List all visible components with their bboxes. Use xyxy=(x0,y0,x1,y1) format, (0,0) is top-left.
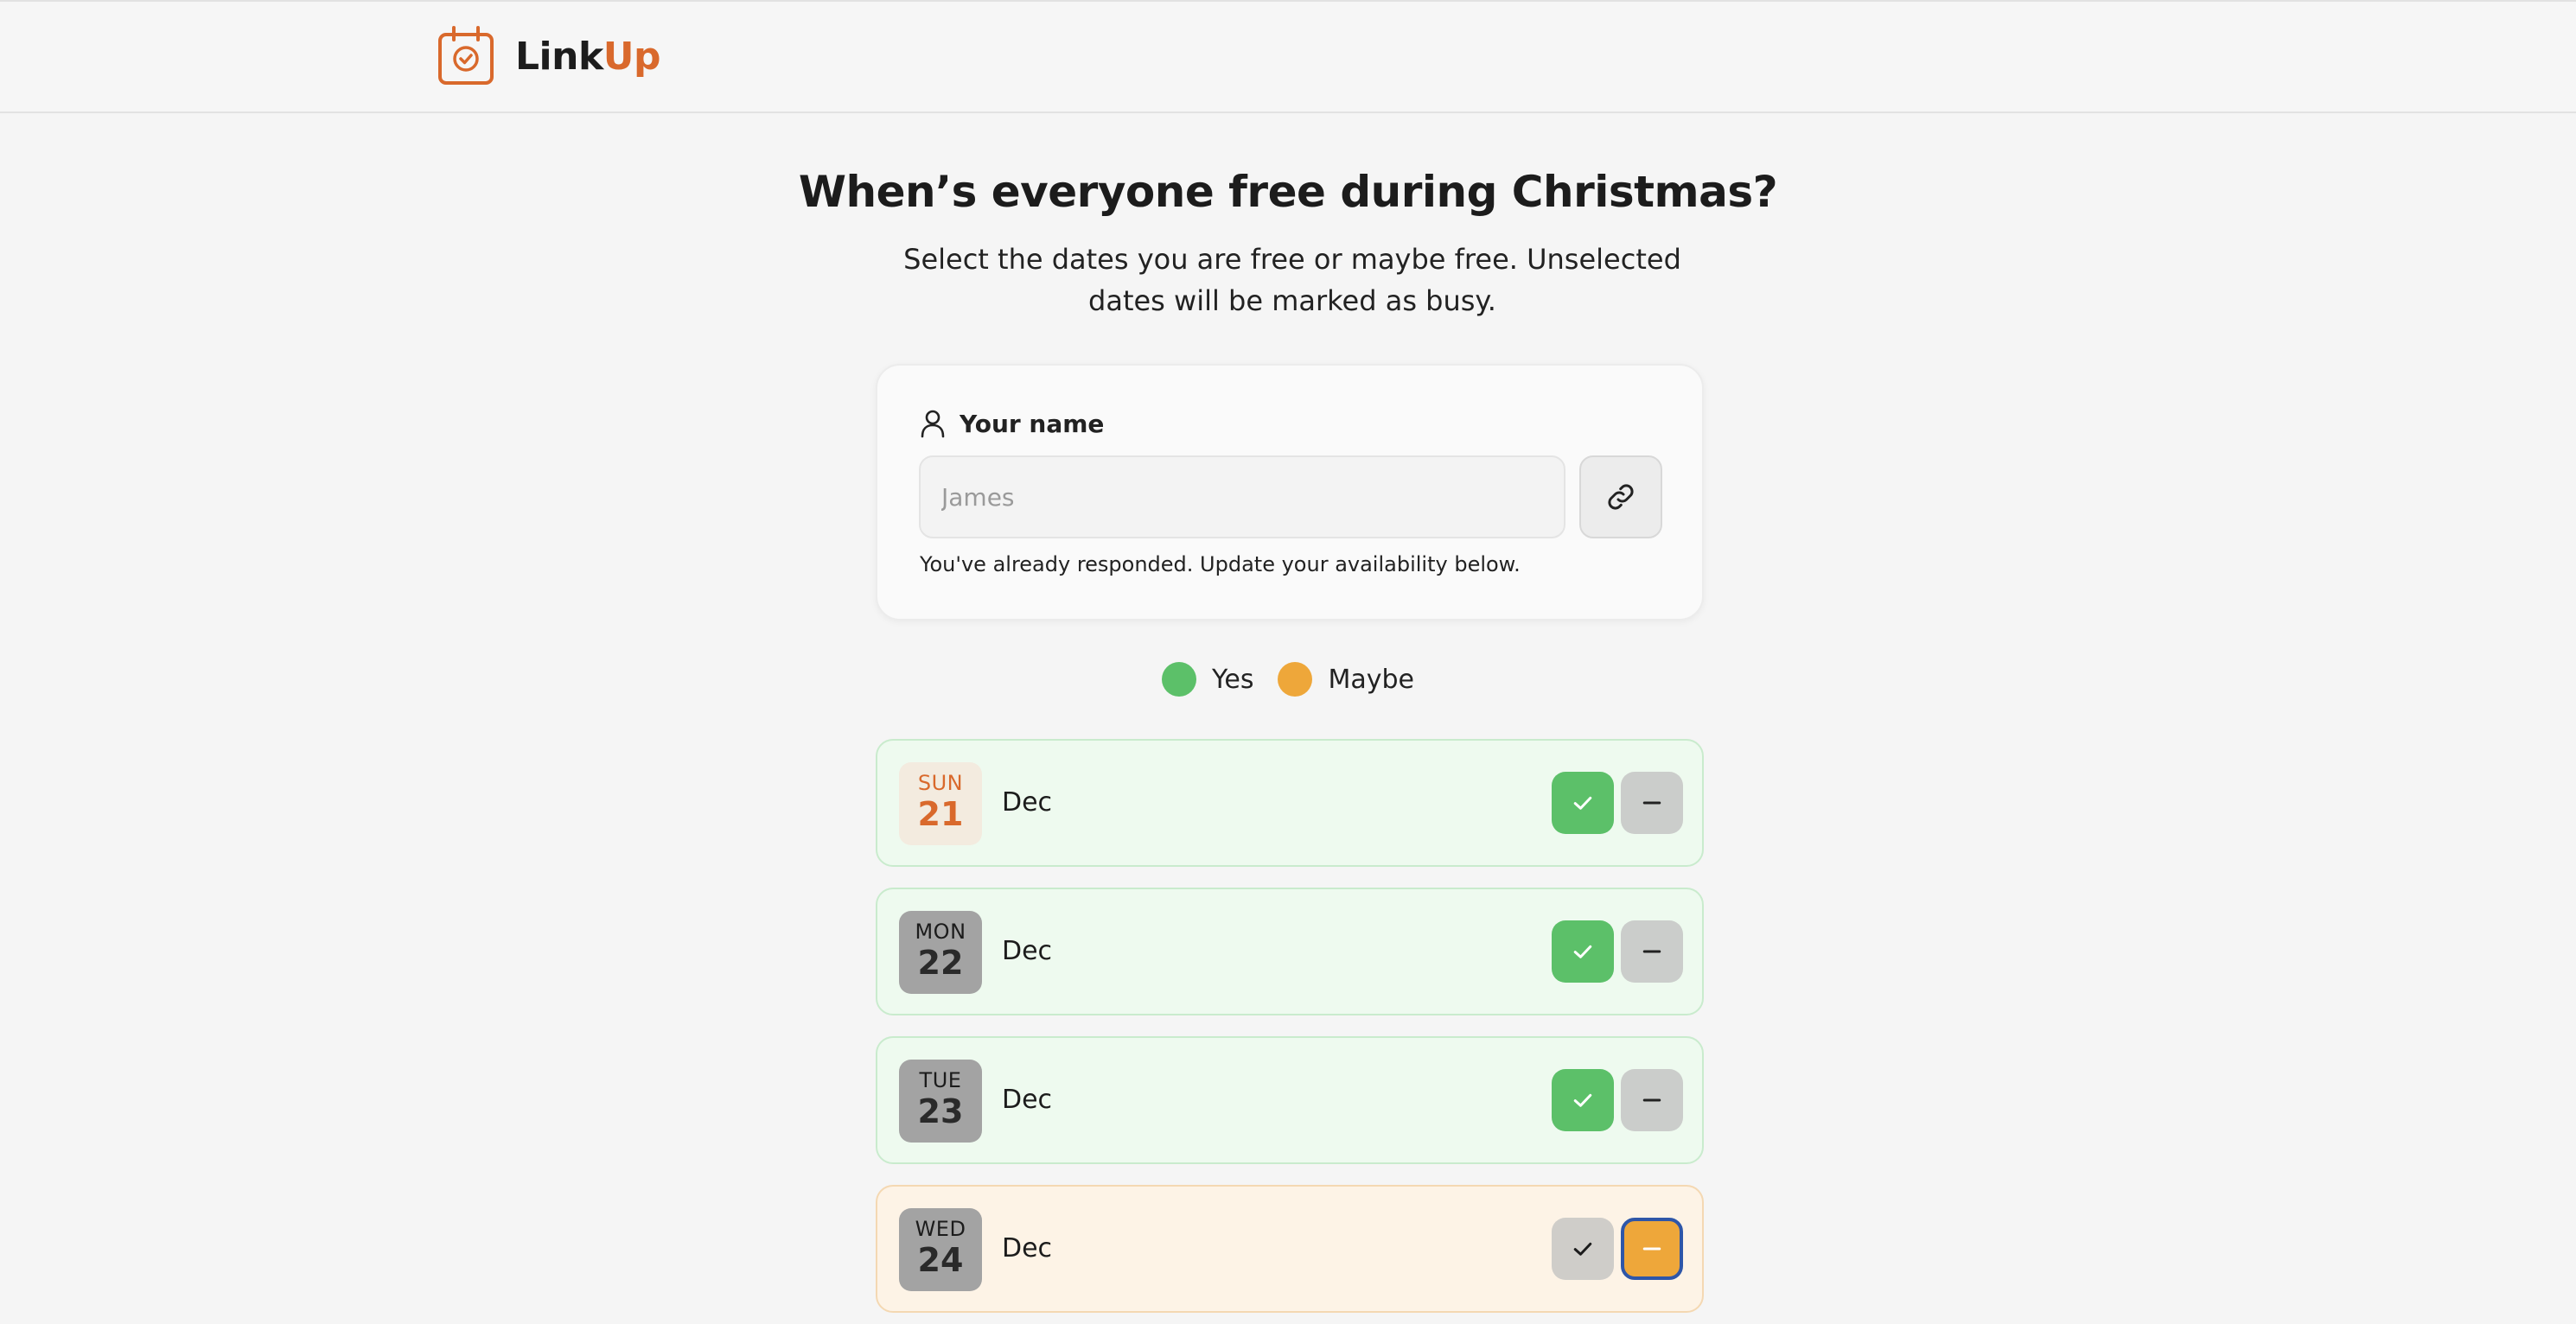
month-label: Dec xyxy=(1002,936,1053,966)
date-row: TUE 23 Dec xyxy=(876,1036,1704,1164)
date-badge: MON 22 xyxy=(899,911,982,994)
date-row: MON 22 Dec xyxy=(876,888,1704,1015)
check-icon xyxy=(1573,1093,1592,1107)
yes-dot xyxy=(1162,662,1197,697)
day-of-month: 23 xyxy=(917,1092,964,1130)
minus-icon xyxy=(1642,801,1661,805)
date-badge: WED 24 xyxy=(899,1208,982,1291)
day-of-week: TUE xyxy=(919,1068,962,1092)
day-of-week: SUN xyxy=(917,771,964,795)
yes-button[interactable] xyxy=(1552,772,1614,834)
app-header: LinkUp xyxy=(0,0,2576,113)
day-of-month: 24 xyxy=(917,1241,964,1279)
date-row: SUN 21 Dec xyxy=(876,739,1704,867)
day-of-week: MON xyxy=(915,920,966,944)
check-icon xyxy=(1573,1242,1592,1256)
yes-button[interactable] xyxy=(1552,1218,1614,1280)
link-icon xyxy=(1608,484,1634,510)
date-badge-today: SUN 21 xyxy=(899,762,982,845)
name-card: Your name You've already responded. Upda… xyxy=(876,364,1704,621)
name-label-row: Your name xyxy=(920,409,1104,438)
brand-logo[interactable]: LinkUp xyxy=(515,35,660,79)
page-title: When’s everyone free during Christmas? xyxy=(798,167,1778,217)
name-input[interactable] xyxy=(919,455,1565,538)
day-of-month: 21 xyxy=(917,795,964,833)
maybe-button[interactable] xyxy=(1621,920,1683,983)
day-of-week: WED xyxy=(915,1217,966,1241)
name-label: Your name xyxy=(960,409,1105,438)
yes-button[interactable] xyxy=(1552,920,1614,983)
legend-maybe-label: Maybe xyxy=(1328,664,1414,695)
maybe-button[interactable] xyxy=(1621,1069,1683,1131)
check-icon xyxy=(1573,796,1592,810)
page-subtitle: Select the dates you are free or maybe f… xyxy=(903,243,1681,317)
date-badge: TUE 23 xyxy=(899,1060,982,1143)
maybe-button[interactable] xyxy=(1621,1218,1683,1280)
minus-icon xyxy=(1642,1247,1661,1251)
calendar-check-icon[interactable] xyxy=(437,26,495,86)
check-icon xyxy=(1573,945,1592,958)
minus-icon xyxy=(1642,950,1661,953)
copy-link-button[interactable] xyxy=(1579,455,1662,538)
legend-yes-label: Yes xyxy=(1212,664,1254,695)
legend-yes: Yes xyxy=(1162,662,1253,697)
month-label: Dec xyxy=(1002,1233,1053,1264)
brand-name-link: Link xyxy=(515,35,603,79)
minus-icon xyxy=(1642,1098,1661,1102)
user-icon xyxy=(921,410,945,438)
response-hint: You've already responded. Update your av… xyxy=(920,552,1521,576)
yes-button[interactable] xyxy=(1552,1069,1614,1131)
maybe-button[interactable] xyxy=(1621,772,1683,834)
month-label: Dec xyxy=(1002,1085,1053,1115)
day-of-month: 22 xyxy=(917,944,964,982)
month-label: Dec xyxy=(1002,787,1053,818)
legend-maybe: Maybe xyxy=(1278,662,1414,697)
date-row: WED 24 Dec xyxy=(876,1185,1704,1313)
brand-name-up: Up xyxy=(603,35,661,79)
availability-legend: Yes Maybe xyxy=(0,662,2576,697)
maybe-dot xyxy=(1278,662,1313,697)
